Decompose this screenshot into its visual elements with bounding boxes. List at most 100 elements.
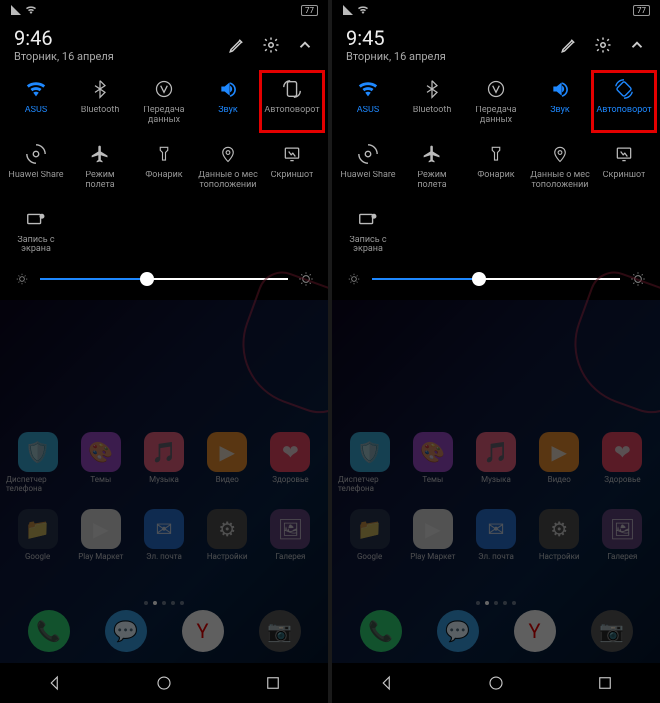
sound-tile[interactable]: Звук: [528, 71, 592, 132]
app-health[interactable]: ❤Здоровье: [259, 432, 322, 493]
tile-label: Автоповорот: [264, 106, 319, 116]
app-video[interactable]: ▶Видео: [528, 432, 591, 493]
tile-label: Запись с экрана: [338, 236, 398, 256]
app-settings[interactable]: ⚙Настройки: [528, 509, 591, 561]
brightness-slider[interactable]: [40, 278, 288, 280]
settings-icon[interactable]: [594, 36, 612, 54]
location-tile[interactable]: Данные о мес тоположении: [528, 136, 592, 197]
app-email[interactable]: ✉Эл. почта: [132, 509, 195, 561]
app-email[interactable]: ✉Эл. почта: [464, 509, 527, 561]
back-button[interactable]: [44, 672, 66, 694]
quick-settings-row-3: Запись с экрана: [332, 197, 660, 262]
app-google-folder[interactable]: 📁Google: [6, 509, 69, 561]
signal-icon: [342, 4, 354, 16]
panel-header: 9:46 Вторник, 16 апреля: [0, 20, 328, 67]
huawei-share-tile[interactable]: Huawei Share: [336, 136, 400, 197]
back-button[interactable]: [376, 672, 398, 694]
record-icon: [24, 207, 48, 231]
tile-label: ASUS: [25, 106, 47, 116]
app-gallery[interactable]: 🖼Галерея: [591, 509, 654, 561]
mobile-data-tile[interactable]: Передача данных: [464, 71, 528, 132]
recent-button[interactable]: [594, 672, 616, 694]
screenshot-icon: [280, 142, 304, 166]
app-themes[interactable]: 🎨Темы: [69, 432, 132, 493]
sound-icon: [216, 77, 240, 101]
app-label: Галерея: [607, 552, 637, 561]
app-settings[interactable]: ⚙Настройки: [196, 509, 259, 561]
app-google-folder[interactable]: 📁Google: [338, 509, 401, 561]
tile-label: Данные о мес тоположении: [198, 171, 258, 191]
home-button[interactable]: [153, 672, 175, 694]
tile-label: Фонарик: [477, 171, 514, 181]
app-music[interactable]: 🎵Музыка: [132, 432, 195, 493]
dock-messages[interactable]: 💬: [437, 610, 479, 655]
bluetooth-tile[interactable]: Bluetooth: [68, 71, 132, 132]
data-icon: [152, 77, 176, 101]
app-label: Музыка: [481, 475, 511, 484]
home-screen-apps: 🛡️Диспетчер телефона 🎨Темы 🎵Музыка ▶Виде…: [0, 432, 328, 561]
brightness-low-icon: [346, 271, 362, 287]
app-video[interactable]: ▶Видео: [196, 432, 259, 493]
slider-thumb[interactable]: [472, 272, 486, 286]
airplane-tile[interactable]: Режим полета: [68, 136, 132, 197]
wifi-tile[interactable]: ASUS: [336, 71, 400, 132]
screen-record-tile[interactable]: Запись с экрана: [4, 201, 68, 262]
date: Вторник, 16 апреля: [14, 50, 114, 63]
home-screen-apps: 🛡️Диспетчер телефона 🎨Темы 🎵Музыка ▶Виде…: [332, 432, 660, 561]
dock-phone[interactable]: 📞: [28, 610, 70, 655]
wifi-tile[interactable]: ASUS: [4, 71, 68, 132]
share-icon: [356, 142, 380, 166]
page-indicator: [332, 601, 660, 605]
autorotate-tile[interactable]: Автоповорот: [260, 71, 324, 132]
screenshot-tile[interactable]: Скриншот: [260, 136, 324, 197]
quick-settings-row-1: ASUS Bluetooth Передача данных Звук Авто…: [332, 67, 660, 132]
bluetooth-tile[interactable]: Bluetooth: [400, 71, 464, 132]
app-label: Google: [25, 552, 50, 561]
app-play-store[interactable]: ▶Play Маркет: [69, 509, 132, 561]
screenshot-tile[interactable]: Скриншот: [592, 136, 656, 197]
mobile-data-tile[interactable]: Передача данных: [132, 71, 196, 132]
dock-camera[interactable]: 📷: [591, 610, 633, 655]
autorotate-tile[interactable]: Автоповорот: [592, 71, 656, 132]
location-icon: [216, 142, 240, 166]
collapse-icon[interactable]: [628, 36, 646, 54]
date: Вторник, 16 апреля: [346, 50, 446, 63]
edit-icon[interactable]: [228, 36, 246, 54]
battery-indicator: 77: [633, 5, 650, 16]
sound-tile[interactable]: Звук: [196, 71, 260, 132]
edit-icon[interactable]: [560, 36, 578, 54]
recent-button[interactable]: [262, 672, 284, 694]
app-play-store[interactable]: ▶Play Маркет: [401, 509, 464, 561]
app-phone-manager[interactable]: 🛡️Диспетчер телефона: [6, 432, 69, 493]
location-tile[interactable]: Данные о мес тоположении: [196, 136, 260, 197]
dock-camera[interactable]: 📷: [259, 610, 301, 655]
dock-messages[interactable]: 💬: [105, 610, 147, 655]
app-themes[interactable]: 🎨Темы: [401, 432, 464, 493]
rotate-lock-icon: [280, 77, 304, 101]
slider-thumb[interactable]: [140, 272, 154, 286]
huawei-share-tile[interactable]: Huawei Share: [4, 136, 68, 197]
tile-label: Huawei Share: [340, 171, 395, 181]
app-label: Музыка: [149, 475, 179, 484]
dock-phone[interactable]: 📞: [360, 610, 402, 655]
app-music[interactable]: 🎵Музыка: [464, 432, 527, 493]
flashlight-tile[interactable]: Фонарик: [132, 136, 196, 197]
home-button[interactable]: [485, 672, 507, 694]
phone-screen-left: 77 9:46 Вторник, 16 апреля ASUS Bluetoot…: [0, 0, 328, 703]
app-gallery[interactable]: 🖼Галерея: [259, 509, 322, 561]
app-label: Настройки: [539, 552, 580, 561]
app-phone-manager[interactable]: 🛡️Диспетчер телефона: [338, 432, 401, 493]
airplane-tile[interactable]: Режим полета: [400, 136, 464, 197]
brightness-slider[interactable]: [372, 278, 620, 280]
battery-indicator: 77: [301, 5, 318, 16]
app-label: Google: [357, 552, 382, 561]
screen-record-tile[interactable]: Запись с экрана: [336, 201, 400, 262]
flashlight-tile[interactable]: Фонарик: [464, 136, 528, 197]
dock-browser[interactable]: Y: [182, 610, 224, 655]
app-health[interactable]: ❤Здоровье: [591, 432, 654, 493]
settings-icon[interactable]: [262, 36, 280, 54]
collapse-icon[interactable]: [296, 36, 314, 54]
bluetooth-icon: [420, 77, 444, 101]
dock-browser[interactable]: Y: [514, 610, 556, 655]
tile-label: Передача данных: [466, 106, 526, 126]
